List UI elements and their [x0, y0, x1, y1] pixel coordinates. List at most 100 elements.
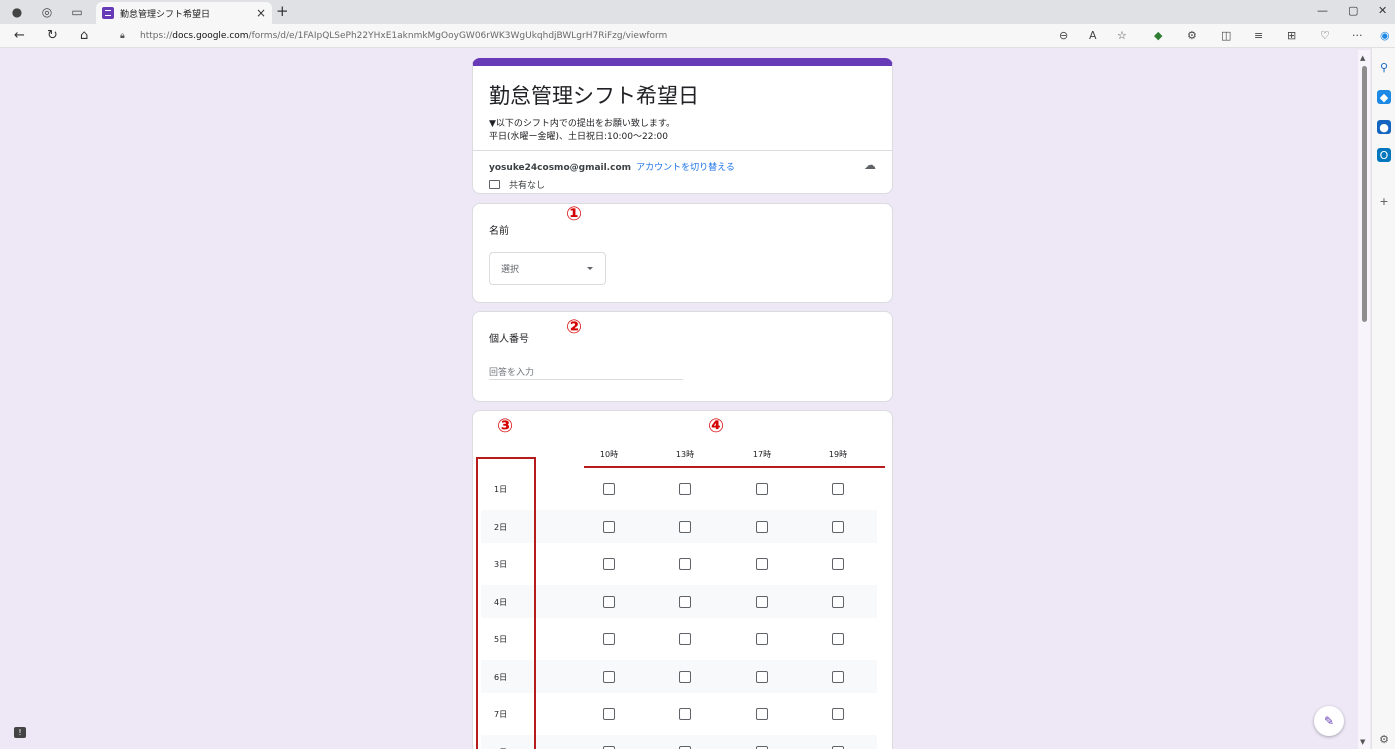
- grid-column-header: 19時: [828, 450, 848, 459]
- grid-checkbox[interactable]: [756, 483, 768, 495]
- back-icon[interactable]: ←: [14, 28, 25, 43]
- annotation-2: ②: [566, 316, 583, 338]
- tools-icon[interactable]: ●: [1377, 120, 1391, 134]
- switch-account-link[interactable]: アカウントを切り替える: [636, 163, 735, 173]
- grid-checkbox[interactable]: [603, 558, 615, 570]
- page-scrollbar[interactable]: ▲ ▼: [1358, 50, 1370, 749]
- browser-tab[interactable]: 勤怠管理シフト希望日 ×: [96, 2, 272, 24]
- form-title: 勤怠管理シフト希望日: [489, 84, 699, 108]
- zoom-icon[interactable]: ⊖: [1059, 29, 1068, 42]
- minimize-icon[interactable]: —: [1317, 4, 1328, 17]
- account-email: yosuke24cosmo@gmail.com: [489, 163, 632, 173]
- grid-checkbox[interactable]: [832, 483, 844, 495]
- favorite-star-icon[interactable]: ☆: [1117, 29, 1127, 42]
- lock-icon: 🔒︎: [120, 31, 125, 41]
- grid-checkbox[interactable]: [679, 633, 691, 645]
- favorites-icon[interactable]: ≡: [1254, 29, 1263, 42]
- tab-actions-icon[interactable]: ▭: [62, 0, 92, 24]
- address-bar-row: ← ↻ ⌂ 🔒︎ https://docs.google.com/forms/d…: [0, 24, 1395, 48]
- annotation-1: ①: [566, 203, 583, 225]
- url-host: docs.google.com: [172, 31, 249, 41]
- dropdown-caret-icon: [587, 267, 593, 270]
- annotation-4: ④: [708, 415, 725, 437]
- tab-title: 勤怠管理シフト希望日: [120, 9, 211, 20]
- sidebar-settings-icon[interactable]: ⚙: [1377, 732, 1391, 746]
- grid-checkbox[interactable]: [603, 708, 615, 720]
- shopping-icon[interactable]: ◆: [1377, 90, 1391, 104]
- extensions-puzzle-icon[interactable]: ⚙: [1187, 29, 1197, 42]
- google-forms-icon: [102, 7, 114, 19]
- add-sidebar-icon[interactable]: +: [1377, 194, 1391, 208]
- outlook-icon[interactable]: O: [1377, 148, 1391, 162]
- not-shared-icon: [489, 180, 500, 189]
- grid-checkbox[interactable]: [603, 520, 615, 533]
- profile-icon[interactable]: ●: [2, 0, 32, 24]
- new-tab-button[interactable]: +: [276, 2, 289, 20]
- header-divider: [473, 150, 892, 151]
- extension-icon[interactable]: ◆: [1154, 29, 1162, 42]
- browser-tab-bar: ● ◎ ▭ 勤怠管理シフト希望日 × + — ▢ ✕: [0, 0, 1395, 24]
- scroll-up-icon[interactable]: ▲: [1360, 54, 1365, 62]
- grid-checkbox[interactable]: [679, 708, 691, 720]
- grid-checkbox[interactable]: [603, 633, 615, 645]
- grid-checkbox[interactable]: [679, 595, 691, 608]
- grid-checkbox[interactable]: [756, 745, 768, 749]
- workspaces-icon[interactable]: ◎: [32, 0, 62, 24]
- grid-column-header: 13時: [675, 450, 695, 459]
- url-prefix: https://: [140, 31, 173, 41]
- grid-checkbox[interactable]: [679, 745, 691, 749]
- restore-icon[interactable]: ▢: [1348, 4, 1358, 17]
- grid-checkbox[interactable]: [603, 745, 615, 749]
- collections-icon[interactable]: ⊞: [1287, 29, 1296, 42]
- refresh-icon[interactable]: ↻: [47, 28, 58, 43]
- account-line: yosuke24cosmo@gmail.com アカウントを切り替える: [489, 160, 735, 173]
- grid-checkbox[interactable]: [679, 483, 691, 495]
- grid-checkbox[interactable]: [603, 595, 615, 608]
- grid-checkbox[interactable]: [756, 558, 768, 570]
- question-label-id: 個人番号: [489, 334, 529, 345]
- name-select[interactable]: 選択: [489, 252, 606, 285]
- grid-checkbox[interactable]: [756, 708, 768, 720]
- scroll-down-icon[interactable]: ▼: [1360, 738, 1365, 746]
- grid-column-header: 17時: [752, 450, 772, 459]
- grid-checkbox[interactable]: [832, 745, 844, 749]
- grid-checkbox[interactable]: [679, 520, 691, 533]
- description-line-1: ▼以下のシフト内での提出をお願い致します。: [489, 119, 676, 129]
- edit-form-button[interactable]: ✎: [1314, 706, 1344, 736]
- grid-checkbox[interactable]: [832, 595, 844, 608]
- share-status: 共有なし: [489, 178, 545, 191]
- split-screen-icon[interactable]: ◫: [1221, 29, 1231, 42]
- grid-checkbox[interactable]: [603, 483, 615, 495]
- grid-checkbox[interactable]: [832, 670, 844, 683]
- grid-checkbox[interactable]: [603, 670, 615, 683]
- read-aloud-icon[interactable]: A: [1089, 29, 1097, 42]
- performance-icon[interactable]: ♡: [1320, 29, 1330, 42]
- form-description: ▼以下のシフト内での提出をお願い致します。 平日(水曜ー金曜)、土日祝日:10:…: [489, 118, 675, 144]
- question-name-card: 名前 選択: [472, 203, 893, 303]
- grid-checkbox[interactable]: [679, 670, 691, 683]
- grid-checkbox[interactable]: [756, 670, 768, 683]
- question-label-name: 名前: [489, 226, 509, 237]
- grid-checkbox[interactable]: [832, 633, 844, 645]
- scroll-thumb[interactable]: [1362, 66, 1367, 322]
- form-header-card: 勤怠管理シフト希望日 ▼以下のシフト内での提出をお願い致します。 平日(水曜ー金…: [472, 58, 893, 194]
- grid-checkbox[interactable]: [832, 708, 844, 720]
- grid-checkbox[interactable]: [756, 633, 768, 645]
- grid-checkbox[interactable]: [756, 520, 768, 533]
- grid-checkbox[interactable]: [756, 595, 768, 608]
- home-icon[interactable]: ⌂: [80, 28, 88, 43]
- feedback-icon[interactable]: !: [14, 727, 26, 738]
- more-menu-icon[interactable]: ···: [1352, 29, 1363, 42]
- grid-checkbox[interactable]: [832, 520, 844, 533]
- edge-sidebar: ⚲ ◆ ● O + ⚙: [1371, 48, 1395, 749]
- search-icon[interactable]: ⚲: [1377, 60, 1391, 74]
- tab-close-icon[interactable]: ×: [256, 6, 266, 20]
- url-field[interactable]: 🔒︎ https://docs.google.com/forms/d/e/1FA…: [110, 27, 1140, 45]
- personal-number-input[interactable]: 回答を入力: [489, 362, 683, 380]
- annotation-row-box: [476, 457, 536, 749]
- copilot-icon[interactable]: ◉: [1380, 29, 1390, 42]
- close-window-icon[interactable]: ✕: [1378, 4, 1387, 17]
- description-line-2: 平日(水曜ー金曜)、土日祝日:10:00〜22:00: [489, 132, 668, 142]
- grid-checkbox[interactable]: [679, 558, 691, 570]
- grid-checkbox[interactable]: [832, 558, 844, 570]
